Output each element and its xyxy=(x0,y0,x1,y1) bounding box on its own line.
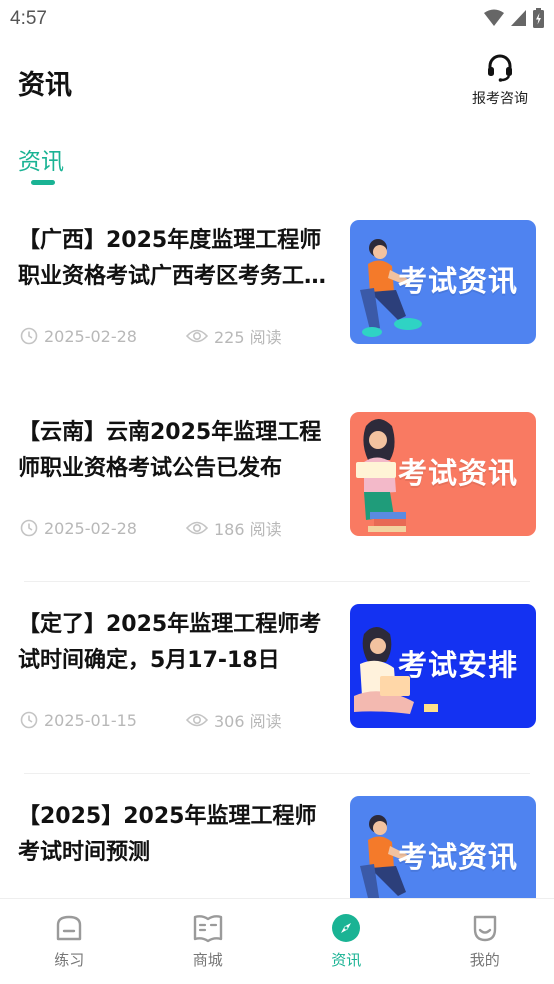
article-title: 【广西】2025年度监理工程师职业资格考试广西考区考务工作通知 xyxy=(18,228,327,289)
article-item[interactable]: 【云南】云南2025年监理工程师职业资格考试公告已发布 2025-02-28 1… xyxy=(0,390,554,582)
status-icons xyxy=(484,8,544,28)
nav-label: 资讯 xyxy=(331,951,362,969)
article-thumbnail: 考试资讯 xyxy=(350,412,536,536)
status-bar: 4:57 xyxy=(0,0,554,38)
article-meta: 2025-02-28 186 阅读 xyxy=(20,516,282,540)
book-icon xyxy=(193,915,222,943)
article-views: 225 阅读 xyxy=(214,328,282,347)
eye-icon xyxy=(186,329,208,343)
consult-button[interactable]: 报考咨询 xyxy=(468,52,532,108)
thumbnail-text: 考试资讯 xyxy=(397,840,518,874)
headset-icon xyxy=(488,54,512,82)
article-date: 2025-01-15 xyxy=(44,710,137,730)
article-thumbnail: 考试资讯 xyxy=(350,220,536,344)
article-thumbnail: 考试安排 xyxy=(350,604,536,728)
article-date-group: 2025-02-28 xyxy=(20,519,186,538)
article-date: 2025-02-28 xyxy=(44,326,137,346)
nav-item-mall[interactable]: 商城 xyxy=(139,899,278,984)
nav-label: 练习 xyxy=(54,951,85,969)
practice-icon xyxy=(57,915,82,941)
tab-bar: 资讯 xyxy=(0,140,554,190)
eye-icon xyxy=(186,521,208,535)
consult-label: 报考咨询 xyxy=(472,91,528,107)
header: 资讯 报考咨询 xyxy=(0,40,554,120)
tab-active-indicator xyxy=(31,180,55,185)
battery-icon xyxy=(533,8,544,28)
article-date-group: 2025-02-28 xyxy=(20,327,186,346)
nav-item-news[interactable]: 资讯 xyxy=(277,899,416,984)
thumbnail-text: 考试资讯 xyxy=(397,264,518,298)
article-title: 【2025】2025年监理工程师考试时间预测 xyxy=(18,804,317,865)
article-views-group: 186 阅读 xyxy=(186,516,282,540)
article-item[interactable]: 【广西】2025年度监理工程师职业资格考试广西考区考务工作通知 2025-02-… xyxy=(0,198,554,390)
eye-icon xyxy=(186,713,208,727)
clock-icon xyxy=(20,327,38,345)
article-meta: 2025-01-15 306 阅读 xyxy=(20,708,282,732)
compass-icon xyxy=(332,914,361,942)
article-date: 2025-02-28 xyxy=(44,518,137,538)
article-views: 186 阅读 xyxy=(214,520,282,539)
article-views-group: 306 阅读 xyxy=(186,708,282,732)
thumbnail-text: 考试安排 xyxy=(397,648,518,682)
bottom-nav: 练习 商城 资讯 我的 xyxy=(0,898,554,984)
signal-icon xyxy=(511,10,526,26)
article-date-group: 2025-01-15 xyxy=(20,711,186,730)
status-time: 4:57 xyxy=(10,8,47,29)
article-views-group: 225 阅读 xyxy=(186,324,282,348)
nav-label: 我的 xyxy=(469,951,500,969)
nav-label: 商城 xyxy=(192,951,223,969)
article-views: 306 阅读 xyxy=(214,712,282,731)
article-meta: 2025-02-28 225 阅读 xyxy=(20,324,282,348)
article-title: 【定了】2025年监理工程师考试时间确定，5月17-18日 xyxy=(18,612,322,673)
page-title: 资讯 xyxy=(18,70,72,101)
clock-icon xyxy=(20,711,38,729)
clock-icon xyxy=(20,519,38,537)
article-item[interactable]: 【定了】2025年监理工程师考试时间确定，5月17-18日 2025-01-15… xyxy=(0,582,554,774)
nav-item-practice[interactable]: 练习 xyxy=(0,899,139,984)
thumbnail-text: 考试资讯 xyxy=(397,456,518,490)
article-title: 【云南】云南2025年监理工程师职业资格考试公告已发布 xyxy=(18,420,322,481)
wifi-icon xyxy=(484,9,504,26)
tab-news[interactable]: 资讯 xyxy=(18,142,64,176)
nav-item-profile[interactable]: 我的 xyxy=(416,899,554,984)
profile-icon xyxy=(473,915,496,942)
